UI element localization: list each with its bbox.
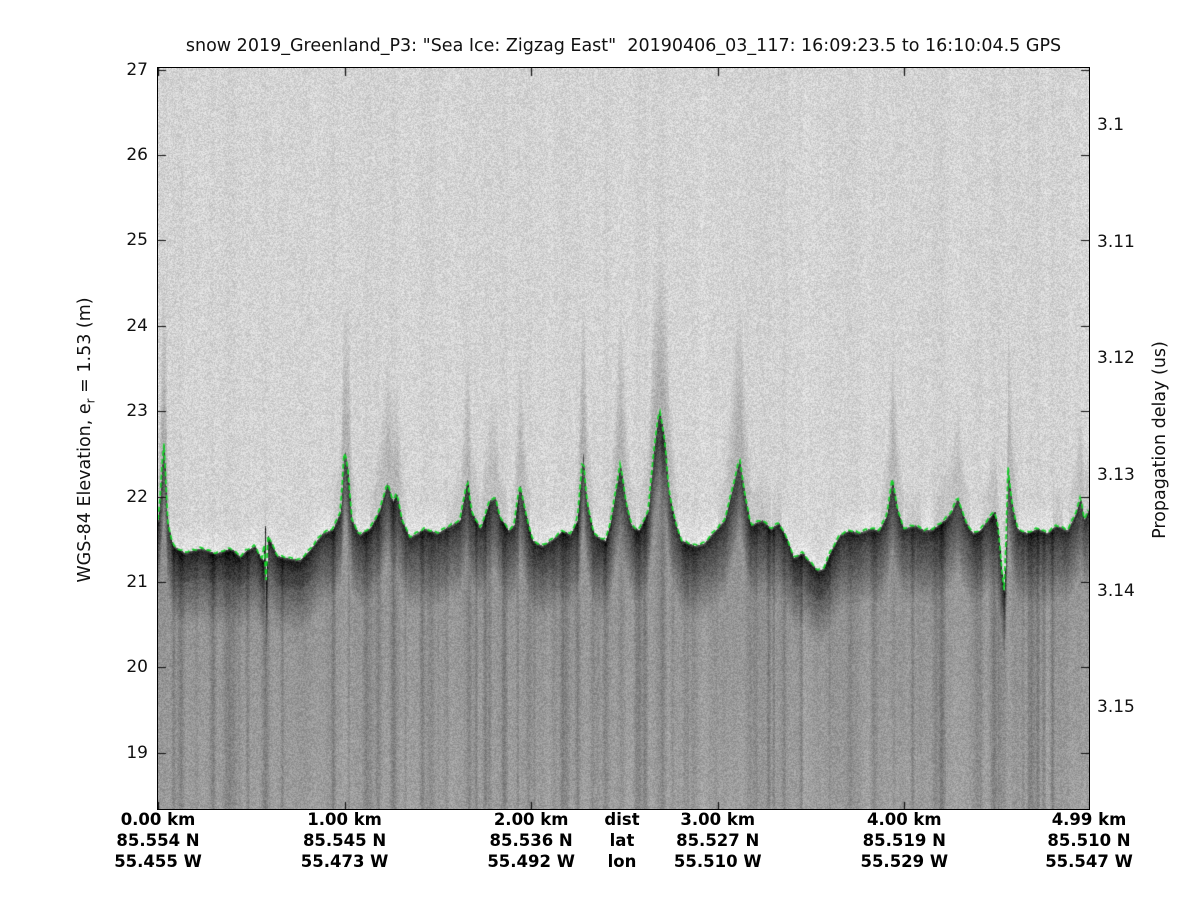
x-axis-longitude-label: 55.529 W bbox=[860, 852, 949, 871]
y-axis-tick-label-left: 25 bbox=[126, 230, 148, 251]
x-axis-latitude-label: 85.554 N bbox=[116, 831, 200, 850]
y-axis-tick-label-right: 3.12 bbox=[1097, 348, 1135, 369]
x-axis-latitude-label: 85.545 N bbox=[302, 831, 387, 850]
x-axis-latitude-label: 85.510 N bbox=[1047, 831, 1131, 850]
x-axis-distance-label: 4.00 km bbox=[866, 810, 942, 829]
x-axis-key-dist: dist bbox=[604, 810, 640, 829]
y-axis-tick-label-left: 20 bbox=[126, 657, 148, 678]
y-axis-tick-label-right: 3.15 bbox=[1097, 697, 1135, 718]
y-axis-tick-label-right: 3.1 bbox=[1097, 115, 1125, 136]
y-axis-tick-label-right: 3.11 bbox=[1097, 231, 1135, 252]
y-axis-tick-label-left: 27 bbox=[126, 59, 148, 80]
x-axis-distance-label: 1.00 km bbox=[307, 810, 382, 829]
y-axis-tick-label-left: 21 bbox=[126, 572, 148, 593]
y-axis-tick-label-right: 3.14 bbox=[1097, 581, 1135, 601]
y-axis-tick-label-right: 3.13 bbox=[1097, 464, 1135, 485]
echogram-figure: snow 2019_Greenland_P3: "Sea Ice: Zigzag… bbox=[0, 0, 1200, 900]
y-axis-tick-label-left: 23 bbox=[126, 401, 148, 422]
y-axis-tick-label-left: 24 bbox=[126, 315, 148, 336]
x-axis-key-lon: lon bbox=[607, 852, 637, 871]
y-axis-tick-label-left: 19 bbox=[126, 742, 148, 763]
x-axis-distance-label: 0.00 km bbox=[120, 810, 196, 829]
echogram-canvas bbox=[158, 68, 1089, 810]
x-axis-latitude-label: 85.519 N bbox=[862, 831, 946, 850]
y-axis-tick-label-left: 26 bbox=[126, 145, 148, 166]
x-axis-longitude-label: 55.547 W bbox=[1045, 852, 1133, 871]
x-axis-longitude-label: 55.473 W bbox=[300, 852, 389, 871]
x-axis-distance-label: 4.99 km bbox=[1051, 810, 1127, 829]
x-axis-key-lat: lat bbox=[609, 831, 635, 850]
y-axis-tick-label-left: 22 bbox=[126, 486, 148, 507]
plot-title: snow 2019_Greenland_P3: "Sea Ice: Zigzag… bbox=[185, 36, 1062, 56]
x-axis-longitude-label: 55.455 W bbox=[114, 852, 202, 871]
